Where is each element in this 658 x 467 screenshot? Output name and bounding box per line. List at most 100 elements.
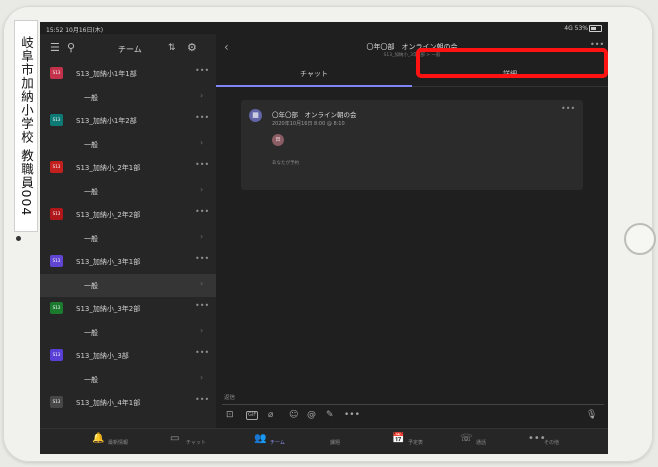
gif-icon[interactable]: GIF bbox=[246, 411, 259, 420]
app-bar-icon: ☏ bbox=[460, 433, 473, 444]
team-avatar: S13 bbox=[50, 255, 63, 267]
channel-name: 一般 bbox=[84, 328, 98, 337]
reply-input[interactable]: 返信 bbox=[222, 392, 604, 405]
compose-toolbar: ⊡ GIF ⌀ ☺ @ ✎ ••• 🎙 bbox=[216, 407, 608, 425]
team-more-icon[interactable]: ••• bbox=[195, 348, 209, 357]
more-options-icon[interactable]: ••• bbox=[590, 40, 604, 49]
tab-chat[interactable]: チャット bbox=[216, 64, 412, 87]
channel-name: 一般 bbox=[84, 187, 98, 196]
team-row[interactable]: S13 S13_加納小1年1部 ••• bbox=[40, 62, 216, 86]
chevron-right-icon: › bbox=[200, 325, 204, 335]
search-icon[interactable]: ⚲ bbox=[67, 42, 75, 54]
team-avatar: S13 bbox=[50, 349, 63, 361]
team-more-icon[interactable]: ••• bbox=[195, 207, 209, 216]
app-bar-label: 課題 bbox=[330, 440, 341, 446]
channel-name: 一般 bbox=[84, 375, 98, 384]
chevron-right-icon: › bbox=[200, 372, 204, 382]
camera-dot bbox=[16, 236, 21, 241]
app-bar-label: 最新情報 bbox=[108, 440, 129, 446]
add-team-icon[interactable]: ⇅ bbox=[168, 42, 176, 54]
chevron-right-icon: › bbox=[200, 137, 204, 147]
tab-details[interactable]: 詳細 bbox=[412, 64, 608, 86]
channel-row[interactable]: 一般 › bbox=[40, 133, 216, 157]
format-icon[interactable]: ⊡ bbox=[226, 409, 234, 421]
meeting-datetime: 2020年10月16日 8:00 @ 8:10 bbox=[272, 121, 345, 127]
compose-more-icon[interactable]: ••• bbox=[344, 409, 360, 421]
team-more-icon[interactable]: ••• bbox=[195, 395, 209, 404]
channel-row[interactable]: 一般 › bbox=[40, 368, 216, 392]
team-avatar: S13 bbox=[50, 208, 63, 220]
channel-pane: ‹ 〇年〇部 オンライン朝の会 S13_加納小_3年1部 > 一般 ••• チャ… bbox=[216, 34, 608, 428]
team-name: S13_加納小_2年2部 bbox=[76, 211, 141, 219]
chevron-right-icon: › bbox=[200, 231, 204, 241]
team-more-icon[interactable]: ••• bbox=[195, 66, 209, 75]
app-bar-label: その他 bbox=[544, 440, 560, 446]
team-list: S13 S13_加納小1年1部 ••• 一般 › S13 S13_加納小1年2部 ••• 一般 ›… bbox=[40, 62, 216, 415]
team-row[interactable]: S13 S13_加納小_4年1部 ••• bbox=[40, 391, 216, 415]
team-avatar: S13 bbox=[50, 67, 63, 79]
device-label-sticker: 岐阜市加納小学校 教職員004 bbox=[14, 20, 38, 232]
chevron-right-icon: › bbox=[200, 184, 204, 194]
team-row[interactable]: S13 S13_加納小_3部 ••• bbox=[40, 344, 216, 368]
channel-subtitle: S13_加納小_3年1部 > 一般 bbox=[383, 53, 441, 58]
channel-row[interactable]: 一般 › bbox=[40, 273, 216, 297]
team-row[interactable]: S13 S13_加納小_2年2部 ••• bbox=[40, 203, 216, 227]
status-time: 15:52 10月16日(木) bbox=[46, 27, 104, 34]
app-bar-icon: 📅 bbox=[392, 433, 405, 444]
channel-name: 一般 bbox=[84, 234, 98, 243]
team-name: S13_加納小_4年1部 bbox=[76, 399, 141, 407]
channel-name: 一般 bbox=[84, 140, 98, 149]
app-bar: 🔔 最新情報 ▭ チャット 👥 チーム 課題 📅 予定表 ☏ 通話 ••• その他 bbox=[40, 428, 608, 454]
app-bar-label: 通話 bbox=[476, 440, 487, 446]
channel-row[interactable]: 一般 › bbox=[40, 227, 216, 251]
sidebar-title: チーム bbox=[118, 45, 142, 54]
channel-row[interactable]: 一般 › bbox=[40, 180, 216, 204]
attendee-avatar: 田 bbox=[272, 134, 284, 146]
meeting-title: 〇年〇部 オンライン朝の会 bbox=[272, 111, 357, 119]
menu-icon[interactable]: ☰ bbox=[50, 42, 60, 54]
microphone-icon[interactable]: 🎙 bbox=[586, 409, 597, 421]
team-name: S13_加納小_3年1部 bbox=[76, 258, 141, 266]
chevron-right-icon: › bbox=[200, 278, 204, 288]
mention-icon[interactable]: @ bbox=[307, 409, 316, 421]
team-name: S13_加納小_2年1部 bbox=[76, 164, 141, 172]
team-more-icon[interactable]: ••• bbox=[195, 254, 209, 263]
team-row[interactable]: S13 S13_加納小_3年1部 ••• bbox=[40, 250, 216, 274]
app-bar-label: 予定表 bbox=[408, 440, 424, 446]
team-more-icon[interactable]: ••• bbox=[195, 113, 209, 122]
draw-icon[interactable]: ✎ bbox=[326, 409, 334, 421]
chevron-right-icon: › bbox=[200, 90, 204, 100]
channel-row[interactable]: 一般 › bbox=[40, 321, 216, 345]
team-avatar: S13 bbox=[50, 396, 63, 408]
channel-name: 一般 bbox=[84, 93, 98, 102]
emoji-icon[interactable]: ☺ bbox=[289, 409, 298, 421]
team-more-icon[interactable]: ••• bbox=[195, 160, 209, 169]
app-bar-icon: 👥 bbox=[254, 433, 267, 444]
channel-row[interactable]: 一般 › bbox=[40, 86, 216, 110]
status-bar: 15:52 10月16日(木) 4G 53% bbox=[40, 22, 608, 34]
team-row[interactable]: S13 S13_加納小_2年1部 ••• bbox=[40, 156, 216, 180]
app-bar-icon: ▭ bbox=[170, 433, 180, 444]
card-more-icon[interactable]: ••• bbox=[561, 104, 575, 113]
team-row[interactable]: S13 S13_加納小1年2部 ••• bbox=[40, 109, 216, 133]
meeting-footer: あなたが予約 bbox=[272, 161, 299, 166]
team-row[interactable]: S13 S13_加納小_3年2部 ••• bbox=[40, 297, 216, 321]
team-more-icon[interactable]: ••• bbox=[195, 301, 209, 310]
team-name: S13_加納小1年2部 bbox=[76, 117, 137, 125]
channel-title: 〇年〇部 オンライン朝の会 bbox=[366, 43, 458, 51]
status-signal: 4G 53% bbox=[564, 25, 588, 32]
team-name: S13_加納小_3部 bbox=[76, 352, 129, 360]
team-avatar: S13 bbox=[50, 114, 63, 126]
attach-icon[interactable]: ⌀ bbox=[268, 409, 273, 421]
battery-icon bbox=[589, 25, 602, 32]
meeting-card[interactable]: ▦ 〇年〇部 オンライン朝の会 2020年10月16日 8:00 @ 8:10 … bbox=[241, 100, 583, 190]
app-bar-label: チャット bbox=[186, 440, 206, 446]
channel-name: 一般 bbox=[84, 281, 98, 290]
screen: 15:52 10月16日(木) 4G 53% ☰ ⚲ チーム ⇅ ⚙ S13 S1… bbox=[40, 22, 608, 454]
app-bar-label: チーム bbox=[270, 440, 285, 446]
home-button[interactable] bbox=[624, 223, 656, 255]
team-sidebar: ☰ ⚲ チーム ⇅ ⚙ S13 S13_加納小1年1部 ••• 一般 › S13 S13_加… bbox=[40, 34, 216, 428]
gear-icon[interactable]: ⚙ bbox=[187, 42, 197, 54]
app-bar-icon: 🔔 bbox=[92, 433, 105, 444]
team-avatar: S13 bbox=[50, 161, 63, 173]
